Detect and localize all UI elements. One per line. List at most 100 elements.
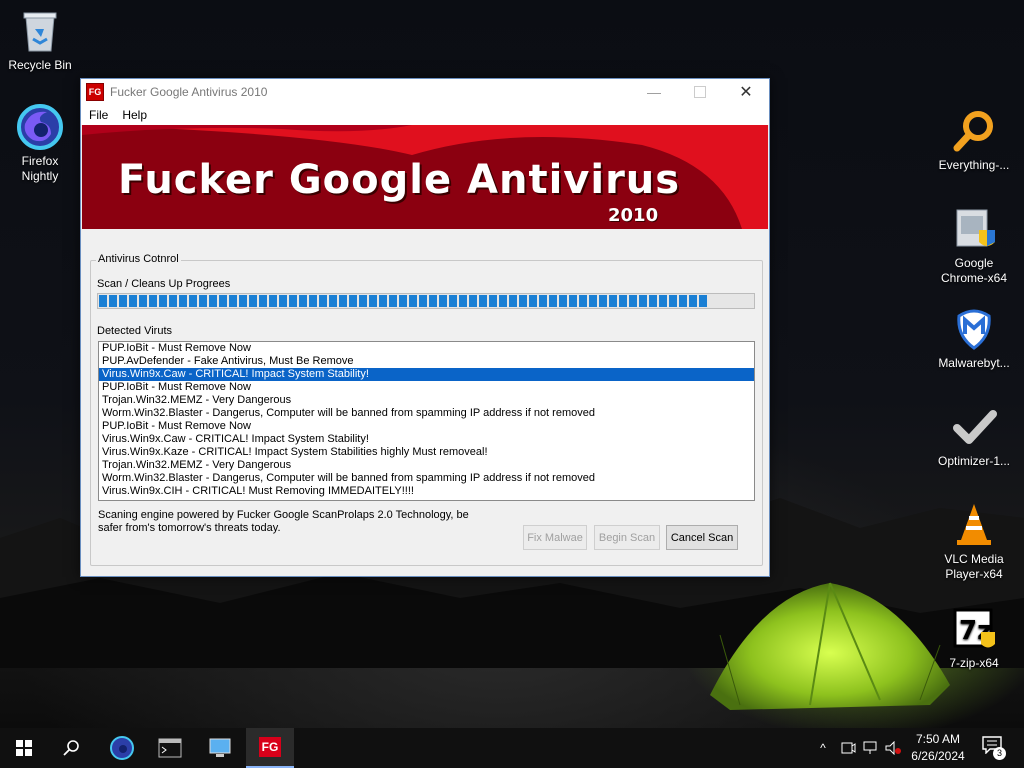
antivirus-window: FG Fucker Google Antivirus 2010 — ✕ File… (80, 78, 770, 577)
progress-segment (189, 295, 197, 307)
progress-segment (229, 295, 237, 307)
progress-segment (629, 295, 637, 307)
progress-segment (119, 295, 127, 307)
taskbar-remote-desktop[interactable] (196, 728, 244, 768)
progress-segment (479, 295, 487, 307)
cancel-scan-button[interactable]: Cancel Scan (666, 525, 738, 550)
progress-segment (159, 295, 167, 307)
search-button[interactable] (48, 728, 96, 768)
camera-icon[interactable] (840, 741, 856, 755)
progress-segment (519, 295, 527, 307)
progress-segment (279, 295, 287, 307)
desktop-icon-label: Chrome-x64 (940, 271, 1008, 285)
desktop-icon-google-chrome[interactable]: Google Chrome-x64 (934, 206, 1014, 286)
search-icon (63, 740, 79, 756)
progress-segment (579, 295, 587, 307)
detection-list-item[interactable]: PUP.IoBit - Must Remove Now (99, 381, 754, 394)
detection-list-item[interactable]: Virus.Win9x.Caw - CRITICAL! Impact Syste… (99, 368, 754, 381)
detection-list-item[interactable]: PUP.AvDefender - Fake Antivirus, Must Be… (99, 355, 754, 368)
desktop-icon-label: Nightly (21, 169, 59, 183)
banner: Fucker Google Antivirus 2010 (82, 125, 768, 229)
progress-segment (499, 295, 507, 307)
progress-segment (549, 295, 557, 307)
desktop-icon-vlc[interactable]: VLC Media Player-x64 (934, 502, 1014, 582)
detection-list-item[interactable]: PUP.IoBit - Must Remove Now (99, 342, 754, 355)
progress-segment (249, 295, 257, 307)
desktop-icon-firefox-nightly[interactable]: Firefox Nightly (0, 104, 80, 184)
title-bar[interactable]: FG Fucker Google Antivirus 2010 — ✕ (81, 79, 769, 105)
chevron-up-icon[interactable]: ^ (814, 741, 832, 755)
progress-segment (669, 295, 677, 307)
minimize-icon: — (647, 84, 661, 100)
desktop-icon-optimizer[interactable]: Optimizer-1... (934, 404, 1014, 469)
group-label: Antivirus Cotnrol (96, 253, 181, 265)
taskbar-fg-antivirus[interactable]: FG (246, 728, 294, 768)
desktop-icon-label: Recycle Bin (8, 58, 72, 72)
minimize-button[interactable]: — (631, 79, 677, 105)
recycle-bin-icon (17, 8, 63, 54)
banner-title: Fucker Google Antivirus (118, 157, 681, 203)
firefox-nightly-icon (17, 104, 63, 150)
progress-segment (379, 295, 387, 307)
detection-list-item[interactable]: Virus.Win9x.Caw - CRITICAL! Impact Syste… (99, 433, 754, 446)
terminal-icon (158, 738, 182, 758)
progress-segment (469, 295, 477, 307)
menu-help[interactable]: Help (122, 108, 147, 122)
begin-scan-button[interactable]: Begin Scan (594, 525, 660, 550)
progress-segment (219, 295, 227, 307)
progress-segment (659, 295, 667, 307)
close-icon: ✕ (739, 84, 753, 101)
detected-viruses-list[interactable]: PUP.IoBit - Must Remove Now PUP.AvDefende… (98, 341, 755, 501)
notification-center-button[interactable]: 3 (982, 736, 1006, 760)
desktop-icon-everything[interactable]: Everything-... (934, 108, 1014, 173)
taskbar-clock[interactable]: 7:50 AM 6/26/2024 (906, 731, 970, 765)
progress-segment (169, 295, 177, 307)
progress-segment (419, 295, 427, 307)
desktop-icon-label: Google (954, 256, 994, 270)
detection-list-item[interactable]: Worm.Win32.Blaster - Dangerus, Computer … (99, 472, 754, 485)
progress-segment (589, 295, 597, 307)
maximize-icon (694, 86, 706, 98)
fg-app-icon: FG (259, 737, 281, 757)
detection-list-item[interactable]: Virus.Win9x.Kaze - CRITICAL! Impact Syst… (99, 446, 754, 459)
progress-segment (609, 295, 617, 307)
fix-malware-button[interactable]: Fix Malwae (523, 525, 587, 550)
detection-list-item[interactable]: Trojan.Win32.MEMZ - Very Dangerous (99, 459, 754, 472)
progress-segment (239, 295, 247, 307)
volume-muted-icon[interactable] (884, 741, 902, 755)
detection-list-item[interactable]: Trojan.Win32.MEMZ - Very Dangerous (99, 394, 754, 407)
close-button[interactable]: ✕ (723, 79, 769, 105)
progress-segment (339, 295, 347, 307)
progress-segment (619, 295, 627, 307)
desktop-icon-recycle-bin[interactable]: Recycle Bin (0, 8, 80, 73)
desktop-icon-malwarebytes[interactable]: Malwarebyt... (934, 306, 1014, 371)
desktop-icon-7zip[interactable]: 7z 7-zip-x64 (934, 606, 1014, 671)
progress-segment (109, 295, 117, 307)
progress-segment (259, 295, 267, 307)
progress-segment (679, 295, 687, 307)
progress-segment (539, 295, 547, 307)
desktop-icon-label: Malwarebyt... (938, 356, 1010, 370)
everything-search-icon (951, 108, 997, 154)
progress-segment (139, 295, 147, 307)
maximize-button[interactable] (677, 79, 723, 105)
taskbar-firefox-nightly[interactable] (98, 728, 146, 768)
menu-file[interactable]: File (89, 108, 108, 122)
progress-segment (699, 295, 707, 307)
start-button[interactable] (0, 728, 48, 768)
scan-progress-bar (97, 293, 755, 309)
detection-list-item[interactable]: PUP.IoBit - Must Remove Now (99, 420, 754, 433)
network-icon[interactable] (862, 741, 880, 755)
detection-list-item[interactable]: Virus.Win9x.CIH - CRITICAL! Must Removin… (99, 485, 754, 498)
7zip-icon: 7z (951, 606, 997, 652)
progress-segment (689, 295, 697, 307)
progress-segment (349, 295, 357, 307)
progress-segment (409, 295, 417, 307)
taskbar-terminal[interactable] (146, 728, 194, 768)
progress-segment (649, 295, 657, 307)
progress-segment (399, 295, 407, 307)
window-title: Fucker Google Antivirus 2010 (110, 85, 268, 99)
progress-segment (329, 295, 337, 307)
detection-list-item[interactable]: Worm.Win32.Blaster - Dangerus, Computer … (99, 407, 754, 420)
progress-segment (299, 295, 307, 307)
